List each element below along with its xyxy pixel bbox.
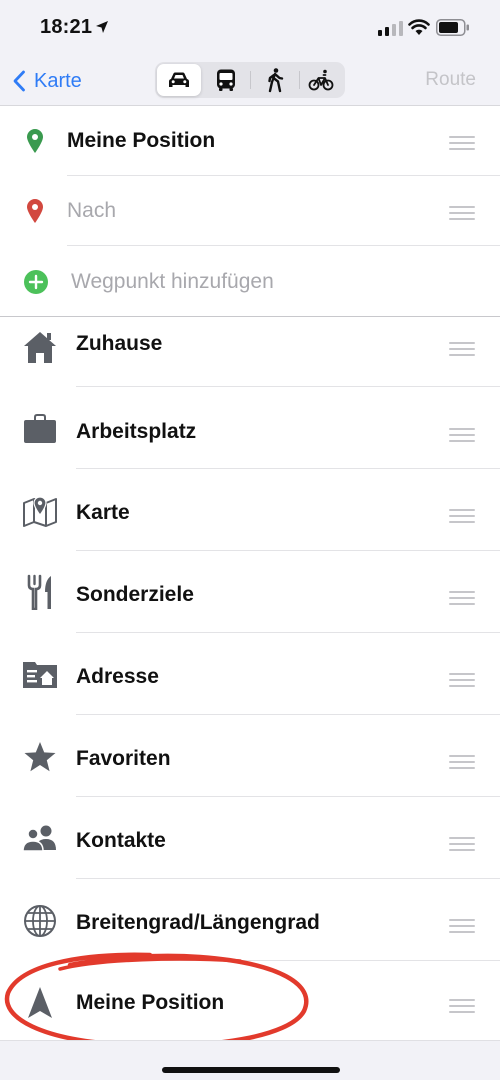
location-services-icon bbox=[96, 21, 108, 33]
reorder-handle[interactable] bbox=[449, 999, 475, 1013]
list-item-label: Breitengrad/Längengrad bbox=[76, 911, 320, 934]
home-indicator-area bbox=[0, 1040, 500, 1080]
cellular-signal-icon bbox=[378, 21, 403, 36]
briefcase-icon bbox=[24, 414, 56, 443]
reorder-handle[interactable] bbox=[449, 509, 475, 523]
list-item-label: Arbeitsplatz bbox=[76, 420, 197, 443]
nav-bar: Karte Route bbox=[0, 58, 500, 106]
list-item-label: Sonderziele bbox=[76, 583, 194, 606]
reorder-handle[interactable] bbox=[449, 428, 475, 442]
list-item-arbeitsplatz[interactable]: Arbeitsplatz bbox=[0, 387, 500, 469]
location-arrow-icon bbox=[28, 987, 52, 1018]
list-item-label: Kontakte bbox=[76, 829, 166, 852]
reorder-handle[interactable] bbox=[449, 755, 475, 769]
status-time: 18:21 bbox=[40, 16, 93, 38]
globe-icon bbox=[24, 905, 56, 937]
bus-icon bbox=[217, 69, 235, 91]
destination-list: Meine Position Nach Wegpunkt hinzufügen bbox=[0, 106, 500, 1040]
list-item-label: Zuhause bbox=[76, 332, 163, 355]
list-item-label: Favoriten bbox=[76, 747, 171, 770]
status-bar: 18:21 bbox=[0, 0, 500, 58]
reorder-handle[interactable] bbox=[449, 136, 475, 150]
transport-mode-selector bbox=[155, 62, 345, 98]
back-label: Karte bbox=[34, 69, 82, 92]
address-card-icon bbox=[23, 662, 57, 688]
route-from-field[interactable]: Meine Position bbox=[0, 106, 500, 176]
list-item-label: Karte bbox=[76, 501, 130, 524]
mode-walk[interactable] bbox=[253, 64, 297, 96]
list-item-favoriten[interactable]: Favoriten bbox=[0, 715, 500, 797]
list-item-kontakte[interactable]: Kontakte bbox=[0, 797, 500, 879]
walk-icon bbox=[268, 68, 284, 93]
home-indicator[interactable] bbox=[162, 1067, 340, 1073]
wifi-icon bbox=[408, 19, 430, 35]
list-item-zuhause[interactable]: Zuhause bbox=[0, 317, 500, 387]
map-icon bbox=[23, 496, 57, 527]
battery-icon bbox=[436, 19, 469, 36]
list-item-label: Adresse bbox=[76, 665, 159, 688]
list-item-breitengrad-laengengrad[interactable]: Breitengrad/Längengrad bbox=[0, 879, 500, 961]
mode-car[interactable] bbox=[157, 64, 201, 96]
route-to-placeholder: Nach bbox=[67, 199, 117, 222]
star-icon bbox=[24, 742, 56, 772]
back-button[interactable]: Karte bbox=[12, 66, 82, 96]
route-from-value: Meine Position bbox=[67, 129, 216, 152]
route-to-field[interactable]: Nach bbox=[0, 176, 500, 246]
house-icon bbox=[24, 332, 56, 363]
reorder-handle[interactable] bbox=[449, 837, 475, 851]
reorder-handle[interactable] bbox=[449, 342, 475, 356]
start-pin-icon bbox=[27, 129, 43, 153]
list-item-meine-position[interactable]: Meine Position bbox=[0, 961, 500, 1040]
add-circle-icon bbox=[24, 270, 48, 294]
list-item-karte[interactable]: Karte bbox=[0, 469, 500, 551]
destination-pin-icon bbox=[27, 199, 43, 223]
list-item-label: Meine Position bbox=[76, 991, 225, 1014]
reorder-handle[interactable] bbox=[449, 591, 475, 605]
add-waypoint-row[interactable]: Wegpunkt hinzufügen bbox=[0, 246, 500, 316]
bicycle-icon bbox=[308, 69, 334, 91]
reorder-handle[interactable] bbox=[449, 206, 475, 220]
reorder-handle[interactable] bbox=[449, 919, 475, 933]
fork-knife-icon bbox=[27, 574, 51, 610]
list-item-adresse[interactable]: Adresse bbox=[0, 633, 500, 715]
car-icon bbox=[169, 72, 189, 87]
chevron-left-icon bbox=[13, 70, 25, 92]
mode-transit[interactable] bbox=[204, 64, 248, 96]
route-button[interactable]: Route bbox=[425, 69, 476, 91]
contacts-icon bbox=[22, 825, 56, 852]
reorder-handle[interactable] bbox=[449, 673, 475, 687]
list-item-sonderziele[interactable]: Sonderziele bbox=[0, 551, 500, 633]
mode-cycle[interactable] bbox=[299, 64, 343, 96]
add-waypoint-label: Wegpunkt hinzufügen bbox=[71, 270, 274, 293]
